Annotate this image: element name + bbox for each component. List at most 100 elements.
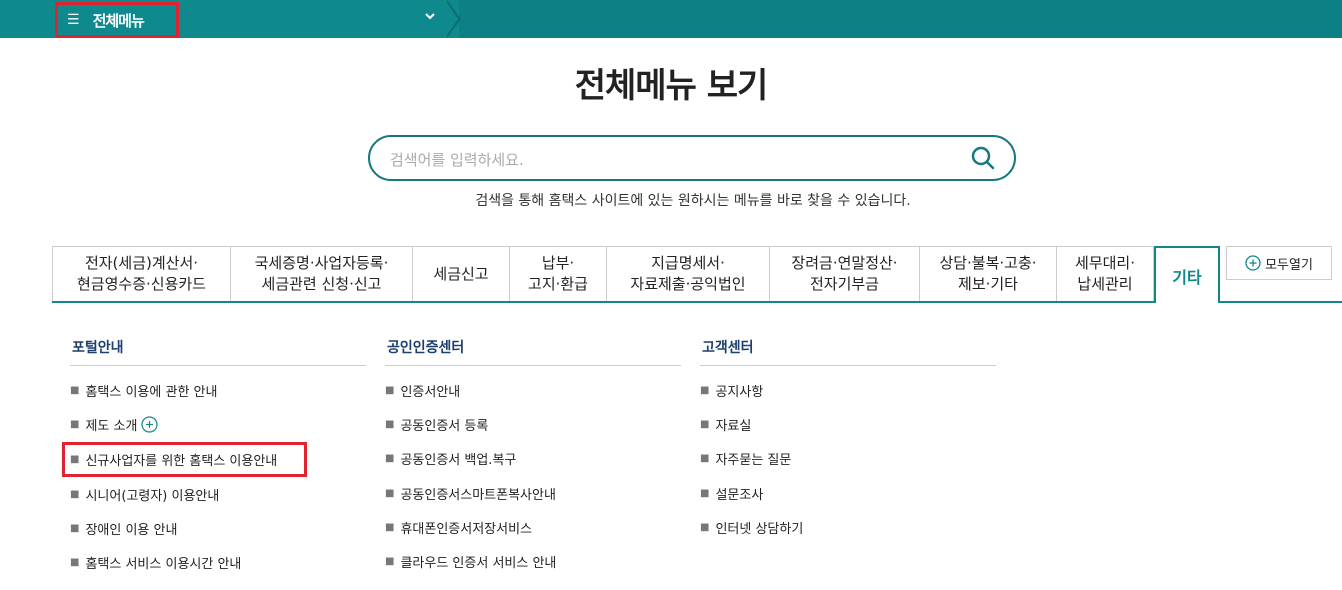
plus-circle-icon	[1245, 255, 1261, 271]
menu-item[interactable]: ■ 인증서안내	[385, 381, 460, 400]
column-title: 고객센터	[702, 340, 754, 356]
bullet-icon: ■	[700, 453, 710, 464]
tab-payment[interactable]: 납부· 고지·환급	[509, 246, 606, 302]
menu-item[interactable]: ■ 홈택스 이용에 관한 안내	[70, 381, 217, 400]
column-title: 공인인증센터	[387, 340, 465, 356]
menu-item[interactable]: ■ 제도 소개	[70, 415, 159, 434]
tab-label-line1: 세금신고	[433, 264, 489, 283]
column-divider	[385, 365, 681, 366]
category-tabs: 전자(세금)계산서· 현금영수증·신용카드 국세증명·사업자등록· 세금관련 신…	[52, 246, 1154, 302]
menu-item-label: 자주묻는 질문	[715, 453, 792, 468]
expand-all-label: 모두열기	[1265, 257, 1313, 273]
menu-item-label: 홈택스 서비스 이용시간 안내	[85, 557, 242, 572]
menu-item-label: 공동인증서 백업.복구	[400, 453, 517, 468]
expand-all-button[interactable]: 모두열기	[1226, 246, 1332, 280]
tab-label-line1: 지급명세서·	[651, 254, 725, 272]
bullet-icon: ■	[385, 385, 395, 396]
tab-label-line2: 제보·기타	[958, 275, 1018, 293]
menu-item-label: 공지사항	[715, 385, 764, 400]
tab-label-line1: 세무대리·	[1075, 254, 1135, 272]
tab-label-line2: 현금영수증·신용카드	[77, 275, 206, 293]
plus-circle-icon[interactable]	[141, 416, 159, 433]
bullet-icon: ■	[385, 488, 395, 499]
menu-item-label: 인터넷 상담하기	[715, 522, 804, 537]
tab-label-line1: 장려금·연말정산·	[791, 254, 898, 272]
search-box	[368, 135, 1016, 181]
menu-item[interactable]: ■ 설문조사	[700, 484, 763, 503]
tab-etc[interactable]: 기타	[1154, 246, 1220, 303]
bullet-icon: ■	[700, 419, 710, 430]
bullet-icon: ■	[385, 453, 395, 464]
top-navigation-bar: ☰ 전체메뉴	[0, 0, 1342, 38]
menu-item[interactable]: ■ 홈택스 서비스 이용시간 안내	[70, 553, 241, 572]
all-menu-button[interactable]: ☰ 전체메뉴	[55, 2, 179, 38]
bullet-icon: ■	[70, 557, 80, 568]
menu-item[interactable]: ■ 자주묻는 질문	[700, 449, 791, 468]
menu-item-label: 자료실	[715, 419, 752, 434]
menu-item-label: 설문조사	[715, 488, 764, 503]
menu-column-customer-center: 고객센터 ■ 공지사항 ■ 자료실 ■ 자주묻는 질문 ■ 설문조사 ■ 인터넷 상담하기	[700, 337, 996, 537]
bullet-icon: ■	[70, 385, 80, 396]
tab-label-line2: 자료제출·공익법인	[630, 275, 746, 293]
menu-item-label: 공동인증서스마트폰복사안내	[400, 488, 556, 503]
menu-column-portal: 포털안내 ■ 홈택스 이용에 관한 안내 ■ 제도 소개 ■ 신규사업자를 위한 홈택…	[70, 337, 366, 572]
bullet-icon: ■	[385, 522, 395, 533]
menu-item[interactable]: ■ 공동인증서스마트폰복사안내	[385, 484, 556, 503]
tab-label-line2: 전자기부금	[809, 275, 879, 293]
bullet-icon: ■	[70, 523, 80, 534]
menu-item-label: 클라우드 인증서 서비스 안내	[400, 556, 557, 571]
menu-item-label: 장애인 이용 안내	[85, 523, 178, 538]
search-input[interactable]	[388, 148, 952, 172]
tab-consultation[interactable]: 상담·불복·고충· 제보·기타	[919, 246, 1056, 302]
bullet-icon: ■	[385, 419, 395, 430]
menu-item-label: 공동인증서 등록	[400, 419, 489, 434]
all-menu-label: 전체메뉴	[92, 11, 145, 30]
menu-item-label: 인증서안내	[400, 385, 461, 400]
menu-item[interactable]: ■ 시니어(고령자) 이용안내	[70, 485, 219, 504]
tab-label-line2: 고지·환급	[528, 275, 588, 293]
bullet-icon: ■	[70, 489, 80, 500]
tab-payment-statement[interactable]: 지급명세서· 자료제출·공익법인	[606, 246, 769, 302]
breadcrumb-area	[459, 0, 1342, 38]
menu-item[interactable]: ■ 장애인 이용 안내	[70, 519, 177, 538]
tab-tax-certificate[interactable]: 국세증명·사업자등록· 세금관련 신청·신고	[230, 246, 412, 302]
menu-item[interactable]: ■ 공동인증서 백업.복구	[385, 449, 516, 468]
bullet-icon: ■	[700, 522, 710, 533]
tab-tax-agent[interactable]: 세무대리· 납세관리	[1056, 246, 1154, 302]
tab-label-line1: 상담·불복·고충·	[939, 254, 1037, 272]
breadcrumb-separator-inner	[445, 0, 458, 38]
tab-label-line2: 납세관리	[1077, 275, 1133, 293]
tab-label-line1: 국세증명·사업자등록·	[254, 254, 389, 272]
tab-label-line1: 납부·	[541, 254, 575, 272]
menu-item-label: 시니어(고령자) 이용안내	[85, 489, 220, 504]
tab-underline	[52, 301, 1342, 303]
menu-item[interactable]: ■ 공지사항	[700, 381, 763, 400]
page-title: 전체메뉴 보기	[574, 66, 769, 106]
tab-label-line1: 전자(세금)계산서·	[84, 254, 199, 272]
chevron-down-icon[interactable]	[424, 10, 436, 26]
highlight-box	[62, 442, 307, 477]
column-title: 포털안내	[72, 340, 124, 356]
bullet-icon: ■	[700, 385, 710, 396]
bullet-icon: ■	[385, 556, 395, 567]
menu-item[interactable]: ■ 인터넷 상담하기	[700, 518, 803, 537]
menu-item[interactable]: ■ 자료실	[700, 415, 751, 434]
menu-item-label: 제도 소개	[85, 419, 138, 434]
column-divider	[70, 365, 366, 366]
column-divider	[700, 365, 996, 366]
search-icon[interactable]	[970, 145, 996, 171]
tab-e-tax-invoice[interactable]: 전자(세금)계산서· 현금영수증·신용카드	[52, 246, 230, 302]
tab-tax-return[interactable]: 세금신고	[412, 246, 509, 302]
bullet-icon: ■	[700, 488, 710, 499]
menu-item[interactable]: ■ 클라우드 인증서 서비스 안내	[385, 552, 556, 571]
bullet-icon: ■	[70, 419, 80, 430]
menu-item[interactable]: ■ 공동인증서 등록	[385, 415, 488, 434]
menu-item-label: 휴대폰인증서저장서비스	[400, 522, 533, 537]
tab-incentive[interactable]: 장려금·연말정산· 전자기부금	[769, 246, 919, 302]
search-hint: 검색을 통해 홈택스 사이트에 있는 원하시는 메뉴를 바로 찾을 수 있습니다…	[475, 193, 911, 209]
hamburger-icon: ☰	[67, 12, 80, 28]
menu-item-label: 홈택스 이용에 관한 안내	[85, 385, 218, 400]
tab-label-line2: 세금관련 신청·신고	[261, 275, 382, 293]
menu-item[interactable]: ■ 휴대폰인증서저장서비스	[385, 518, 532, 537]
menu-column-certificate-center: 공인인증센터 ■ 인증서안내 ■ 공동인증서 등록 ■ 공동인증서 백업.복구 ■ 공동…	[385, 337, 681, 571]
